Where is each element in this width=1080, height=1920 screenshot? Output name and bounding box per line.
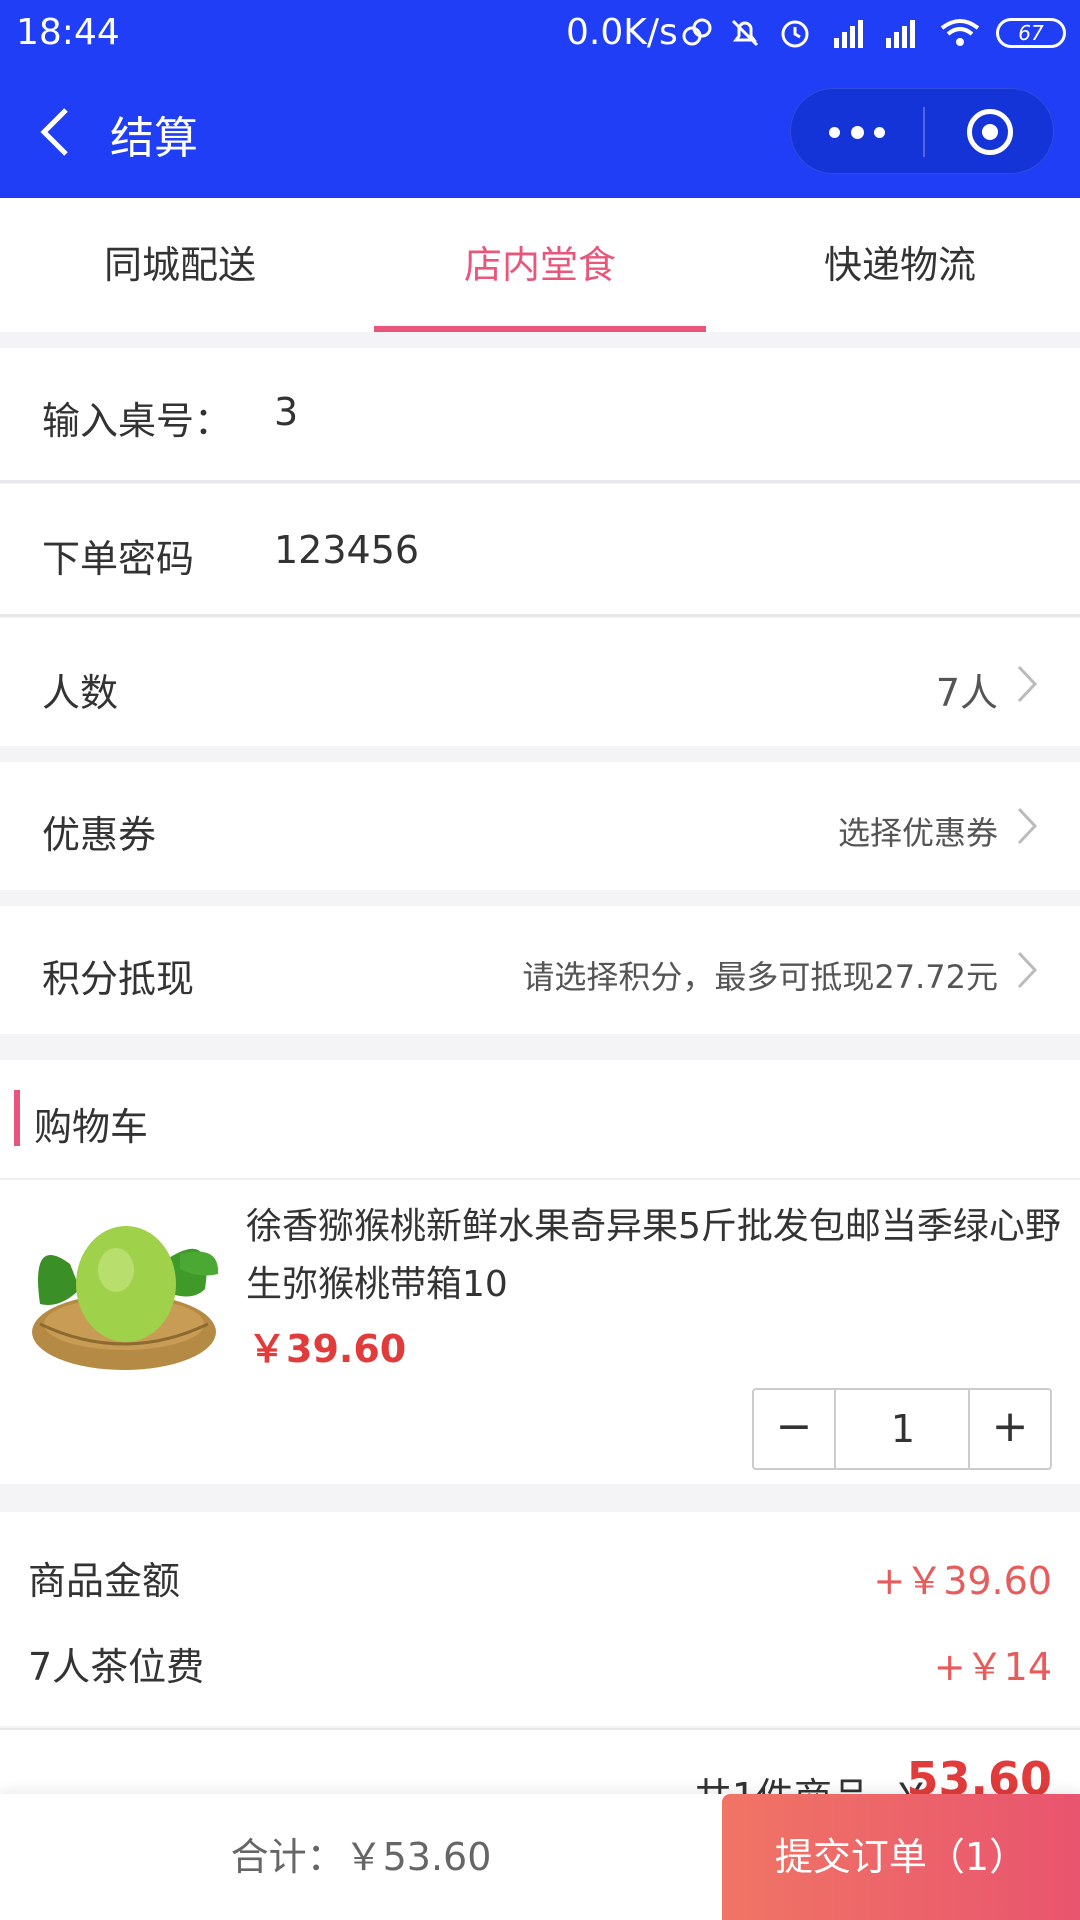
people-count-value: 7人: [935, 671, 998, 715]
table-number-row: 输入桌号： 3: [0, 348, 1080, 480]
battery-indicator: 67: [996, 18, 1066, 48]
link-icon: [682, 18, 712, 46]
product-price: ￥39.60: [248, 1327, 407, 1371]
quantity-stepper: − 1 +: [752, 1388, 1052, 1470]
status-bar: 18:44 0.0K/s 67: [0, 0, 1080, 66]
coupon-row[interactable]: 优惠券 选择优惠券: [0, 762, 1080, 890]
wifi-icon: [940, 19, 980, 46]
tab-express[interactable]: 快递物流: [720, 198, 1080, 332]
delivery-tabs: 同城配送 店内堂食 快递物流: [0, 198, 1080, 332]
active-tab-indicator: [374, 326, 706, 332]
decrease-quantity-button[interactable]: −: [754, 1390, 836, 1468]
tea-fee-label: 7人茶位费: [28, 1645, 205, 1689]
mini-program-capsule: [790, 88, 1054, 174]
table-number-input[interactable]: 3: [274, 390, 298, 434]
nav-bar: 结算: [0, 66, 1080, 198]
divider: [0, 614, 1080, 617]
points-label: 积分抵现: [42, 957, 195, 1001]
tab-city-delivery[interactable]: 同城配送: [0, 198, 360, 332]
network-speed: 0.0K/s: [566, 12, 678, 53]
tab-dine-in[interactable]: 店内堂食: [360, 198, 720, 332]
chevron-right-icon: [1017, 665, 1038, 703]
cart-item: 徐香猕猴桃新鲜水果奇异果5斤批发包邮当季绿心野生弥猴桃带箱10 ￥39.60 −…: [0, 1178, 1080, 1484]
mute-bell-icon: [731, 19, 759, 47]
tea-fee-value: +￥14: [933, 1645, 1052, 1689]
bottom-total-text: 合计：￥53.60: [230, 1835, 492, 1879]
coupon-value: 选择优惠券: [837, 814, 998, 852]
people-count-row[interactable]: 人数 7人: [0, 618, 1080, 746]
table-number-label: 输入桌号：: [42, 399, 233, 443]
cart-title: 购物车: [34, 1105, 149, 1149]
product-image[interactable]: [30, 1194, 218, 1380]
close-target-icon[interactable]: [967, 109, 1013, 155]
points-value: 请选择积分，最多可抵现27.72元: [522, 958, 998, 996]
order-password-input[interactable]: 123456: [274, 528, 419, 572]
quantity-value[interactable]: 1: [838, 1390, 968, 1468]
page-title: 结算: [110, 113, 198, 164]
product-name: 徐香猕猴桃新鲜水果奇异果5斤批发包邮当季绿心野生弥猴桃带箱10: [246, 1206, 1061, 1305]
divider: [0, 480, 1080, 483]
back-arrow-icon[interactable]: [36, 106, 76, 158]
checkout-bar: 合计：￥53.60 提交订单（1）: [0, 1794, 1080, 1920]
more-icon[interactable]: [829, 126, 885, 139]
price-summary: 商品金额 +￥39.60 7人茶位费 +￥14: [0, 1512, 1080, 1726]
order-password-row: 下单密码 123456: [0, 484, 1080, 614]
points-row[interactable]: 积分抵现 请选择积分，最多可抵现27.72元: [0, 906, 1080, 1034]
kiwi-fruit-icon: [30, 1194, 218, 1380]
hd-signal-icon: [834, 20, 863, 48]
cart-accent-bar: [14, 1090, 20, 1146]
goods-amount-value: +￥39.60: [873, 1559, 1052, 1603]
signal-icon: [886, 20, 915, 48]
status-time: 18:44: [16, 12, 120, 53]
chevron-right-icon: [1017, 807, 1038, 845]
order-password-label: 下单密码: [42, 537, 195, 581]
chevron-right-icon: [1017, 951, 1038, 989]
coupon-label: 优惠券: [42, 813, 157, 857]
alarm-icon: [781, 20, 809, 48]
cart-header: 购物车: [0, 1060, 1080, 1178]
capsule-divider: [923, 107, 925, 157]
submit-order-button[interactable]: 提交订单（1）: [722, 1794, 1080, 1920]
increase-quantity-button[interactable]: +: [968, 1390, 1050, 1468]
goods-amount-label: 商品金额: [28, 1559, 181, 1603]
people-count-label: 人数: [42, 671, 119, 715]
